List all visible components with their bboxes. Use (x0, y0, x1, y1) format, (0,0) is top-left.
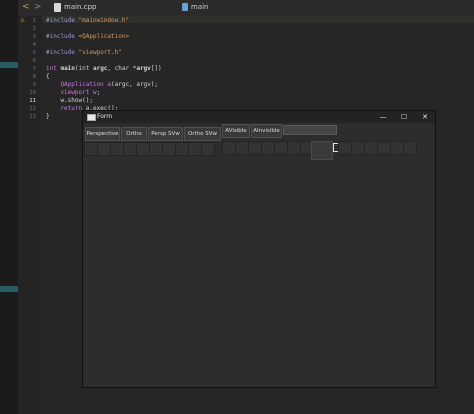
code-token: , char * (107, 65, 137, 72)
symbol-icon (182, 3, 188, 11)
line-number: 4 (32, 42, 36, 48)
tool-button[interactable] (162, 142, 176, 156)
close-button[interactable]: ✕ (415, 111, 435, 123)
line-number: 5 (32, 50, 36, 56)
ortho-button[interactable]: Ortho (121, 127, 147, 141)
code-line: QApplication a(argc, argv); (46, 81, 158, 88)
string-token: <QApplication> (78, 33, 130, 40)
code-token: ; (96, 89, 101, 96)
form-window[interactable]: Form — ☐ ✕ Perspective Ortho Persp SVw O… (82, 110, 436, 388)
tool-button[interactable] (364, 141, 378, 155)
tool-button[interactable] (222, 141, 236, 155)
tool-button[interactable] (149, 142, 163, 156)
window-icon (87, 114, 96, 121)
type-token: viewport (46, 89, 93, 96)
maximize-button[interactable]: ☐ (394, 111, 414, 123)
keyword-token: return (46, 105, 86, 112)
line-number: 11 (29, 98, 36, 104)
tool-button[interactable] (351, 141, 365, 155)
ortho-svw-button[interactable]: Ortho SVw (184, 127, 221, 141)
perspective-button[interactable]: Perspective (85, 127, 120, 141)
tool-button[interactable] (123, 142, 137, 156)
persp-svw-button[interactable]: Persp SVw (148, 127, 183, 141)
line-number: 8 (32, 74, 36, 80)
preprocessor-token: #include (46, 17, 79, 24)
tool-button[interactable] (97, 142, 111, 156)
tab-file-name[interactable]: main.cpp (64, 3, 96, 11)
line-number: 12 (29, 106, 36, 112)
code-line: } (46, 113, 50, 120)
tool-button[interactable] (274, 141, 288, 155)
tool-button[interactable] (175, 142, 189, 156)
param-token: argv (136, 65, 151, 72)
window-titlebar[interactable]: Form — ☐ ✕ (83, 111, 435, 123)
code-token: (argc, argv); (111, 81, 159, 88)
line-number: 10 (29, 90, 36, 96)
forward-arrow-icon[interactable]: > (34, 2, 42, 12)
tool-button[interactable] (84, 142, 98, 156)
code-line: viewport w; (46, 89, 100, 96)
tool-button[interactable] (403, 141, 417, 155)
tool-button[interactable] (188, 142, 202, 156)
ainvisible-button[interactable]: AInvisible (251, 124, 282, 138)
line-number: 3 (32, 34, 36, 40)
line-number: 2 (32, 26, 36, 32)
string-token: "mainwindow.h" (78, 17, 130, 24)
type-token: QApplication (46, 81, 108, 88)
tool-button[interactable] (235, 141, 249, 155)
window-title: Form (97, 113, 113, 120)
preprocessor-token: #include (46, 49, 79, 56)
code-line: #include "viewport.h" (46, 49, 122, 56)
tool-button[interactable] (248, 141, 262, 155)
text-input[interactable] (283, 125, 337, 135)
strip-marker (0, 286, 18, 292)
tool-button[interactable] (338, 141, 352, 155)
strip-marker (0, 62, 18, 68)
tool-button[interactable] (261, 141, 275, 155)
line-number: 9 (32, 82, 36, 88)
code-line: { (46, 73, 50, 80)
tool-button[interactable] (287, 141, 301, 155)
keyword-token: int (46, 65, 61, 72)
line-number: 13 (29, 114, 36, 120)
line-number: 6 (32, 58, 36, 64)
activity-strip (0, 0, 18, 414)
tool-button[interactable] (390, 141, 404, 155)
preprocessor-token: #include (46, 33, 79, 40)
tool-button[interactable] (201, 142, 215, 156)
symbol-selector[interactable]: main (191, 3, 209, 11)
code-token: (int (74, 65, 93, 72)
code-token: []) (150, 65, 162, 72)
back-arrow-icon[interactable]: < (22, 2, 30, 12)
code-line: #include <QApplication> (46, 33, 129, 40)
function-name-token: main (60, 65, 75, 72)
tool-button[interactable] (377, 141, 391, 155)
code-line: #include "mainwindow.h" (46, 17, 129, 24)
editor-tab-bar: < > main.cpp main (18, 0, 474, 17)
line-number: 7 (32, 66, 36, 72)
file-icon (54, 3, 61, 12)
selected-tool-button[interactable] (311, 141, 333, 160)
minimize-button[interactable]: — (373, 111, 393, 123)
tool-button[interactable] (110, 142, 124, 156)
code-line: w.show(); (46, 97, 93, 104)
avisible-button[interactable]: AVisible (222, 124, 250, 138)
param-token: argc (92, 65, 108, 72)
code-line: int main(int argc, char *argv[]) (46, 65, 162, 72)
tool-button[interactable] (136, 142, 150, 156)
line-number: 1 (32, 18, 36, 24)
string-token: "viewport.h" (78, 49, 122, 56)
